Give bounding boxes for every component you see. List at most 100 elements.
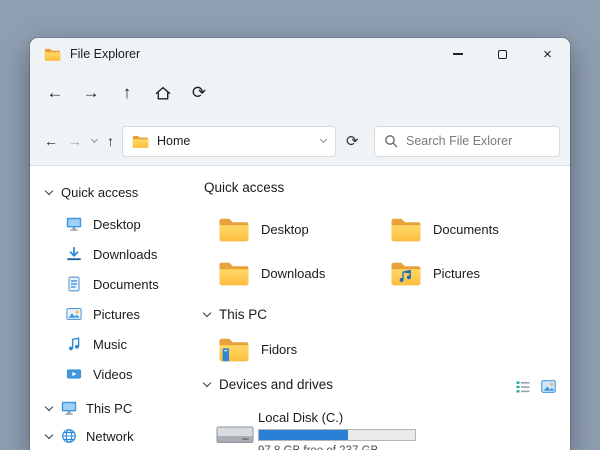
- sidebar-item-desktop[interactable]: Desktop: [30, 209, 192, 239]
- sidebar-item-music[interactable]: Music: [30, 329, 192, 359]
- window-controls: ×: [435, 38, 570, 70]
- address-dropdown-chevron-icon[interactable]: [319, 135, 328, 144]
- back-icon: ←: [46, 83, 64, 102]
- titlebar: File Explorer ×: [30, 38, 570, 70]
- window-title: File Explorer: [70, 47, 141, 61]
- sidebar-item-videos[interactable]: Videos: [30, 359, 192, 389]
- folder-icon: [390, 216, 422, 243]
- drive-name[interactable]: Local Disk (C.): [258, 410, 343, 425]
- chevron-down-icon: [202, 308, 212, 318]
- minimize-button[interactable]: [435, 38, 480, 70]
- sidebar-group-this-pc[interactable]: This PC: [30, 394, 192, 422]
- folder-tile-desktop[interactable]: Desktop: [218, 214, 309, 244]
- file-list-pane: Quick access Desktop Documents Downloads…: [192, 166, 570, 450]
- chevron-down-icon: [44, 430, 54, 439]
- back-button[interactable]: ←: [42, 80, 68, 106]
- desktop-background: File Explorer × ← → ↑ ⟳ ← → ↑ Home ⟳ Sea…: [0, 0, 600, 450]
- sidebar-item-label: Downloads: [93, 246, 158, 262]
- section-label: Quick access: [204, 180, 285, 195]
- sidebar: Quick access Desktop Downloads Documents…: [30, 166, 192, 450]
- search-icon: [384, 134, 398, 148]
- refresh-button[interactable]: ⟳: [186, 80, 212, 106]
- sidebar-item-documents[interactable]: Documents: [30, 269, 192, 299]
- tiles-view-icon[interactable]: [541, 379, 556, 394]
- sidebar-group-label: This PC: [86, 400, 133, 416]
- search-box: [374, 125, 567, 157]
- chevron-down-icon: [44, 186, 54, 195]
- maximize-button[interactable]: [480, 38, 525, 70]
- home-button[interactable]: [150, 80, 176, 106]
- address-forward-button[interactable]: →: [68, 134, 82, 148]
- minimize-icon: [452, 53, 463, 55]
- close-icon: ×: [543, 45, 552, 63]
- address-location: Home: [157, 134, 191, 148]
- sidebar-item-pictures[interactable]: Pictures: [30, 299, 192, 329]
- sidebar-item-label: Music: [93, 336, 127, 352]
- download-icon: [66, 246, 82, 262]
- chevron-down-icon: [44, 402, 54, 411]
- sidebar-item-label: Videos: [93, 366, 133, 382]
- video-icon: [66, 366, 82, 382]
- sidebar-group-label: Network: [86, 428, 134, 444]
- folder-tile-fidors[interactable]: Fidors: [218, 334, 297, 364]
- forward-button[interactable]: →: [78, 80, 104, 106]
- view-toggle-buttons: [516, 379, 556, 394]
- sidebar-item-label: Desktop: [93, 216, 141, 232]
- network-globe-icon: [61, 428, 77, 444]
- folder-accent-icon: [218, 336, 250, 363]
- nav-toolbar: ← → ↑ ⟳: [30, 70, 570, 116]
- computer-icon: [61, 400, 77, 416]
- details-view-icon[interactable]: [516, 380, 530, 394]
- file-explorer-window: File Explorer × ← → ↑ ⟳ ← → ↑ Home ⟳ Sea…: [30, 38, 570, 450]
- section-label: Devices and drives: [219, 377, 334, 392]
- address-back-button[interactable]: ←: [44, 134, 58, 148]
- location-folder-icon: [132, 134, 149, 149]
- maximize-icon: [498, 49, 507, 59]
- up-icon: ↑: [122, 83, 132, 102]
- explorer-content: Quick access Desktop Downloads Documents…: [30, 166, 570, 450]
- search-input[interactable]: [406, 134, 567, 148]
- hard-drive-icon[interactable]: [216, 422, 254, 446]
- picture-icon: [66, 306, 82, 322]
- up-button[interactable]: ↑: [114, 80, 140, 106]
- folder-tile-label: Downloads: [261, 265, 326, 281]
- folder-tile-label: Fidors: [261, 341, 298, 357]
- address-row: ← → ↑ Home ⟳: [30, 116, 570, 166]
- address-up-button[interactable]: ↑: [107, 134, 114, 148]
- forward-icon: →: [82, 83, 100, 102]
- section-header-devices-and-drives[interactable]: Devices and drives: [202, 377, 334, 392]
- folder-tile-documents[interactable]: Documents: [390, 214, 499, 244]
- sidebar-group-network[interactable]: Network: [30, 422, 192, 450]
- chevron-down-icon: [202, 378, 212, 388]
- music-note-icon: [66, 336, 82, 352]
- section-header-this-pc[interactable]: This PC: [202, 307, 268, 322]
- section-header-quick-access[interactable]: Quick access: [204, 180, 284, 195]
- section-label: This PC: [219, 307, 268, 322]
- sidebar-item-label: Pictures: [93, 306, 140, 322]
- sidebar-group-label: Quick access: [61, 184, 139, 200]
- recent-locations-chevron-icon[interactable]: [90, 135, 99, 144]
- folder-icon: [218, 260, 250, 287]
- sidebar-group-quick-access[interactable]: Quick access: [30, 178, 192, 206]
- close-button[interactable]: ×: [525, 38, 570, 70]
- address-refresh-button[interactable]: ⟳: [344, 132, 361, 150]
- folder-icon: [218, 216, 250, 243]
- sidebar-item-downloads[interactable]: Downloads: [30, 239, 192, 269]
- folder-tile-pictures[interactable]: Pictures: [390, 258, 480, 288]
- app-folder-icon: [44, 47, 61, 62]
- folder-music-icon: [390, 260, 422, 287]
- address-nav: ← → ↑: [44, 134, 114, 148]
- disk-free-text: 97.8 GB free of 237 GB: [258, 445, 378, 450]
- document-icon: [66, 276, 82, 292]
- disk-usage-fill: [259, 430, 348, 440]
- disk-usage-bar: [258, 429, 416, 441]
- refresh-icon: ⟳: [191, 83, 207, 102]
- folder-tile-label: Pictures: [433, 265, 480, 281]
- folder-tile-downloads[interactable]: Downloads: [218, 258, 325, 288]
- window-chrome: File Explorer × ← → ↑ ⟳ ← → ↑ Home ⟳ Sea…: [30, 38, 570, 166]
- desktop-icon: [66, 216, 82, 232]
- home-icon: [154, 84, 172, 102]
- sidebar-item-label: Documents: [93, 276, 159, 292]
- folder-tile-label: Documents: [433, 221, 499, 237]
- address-bar[interactable]: Home: [122, 125, 336, 157]
